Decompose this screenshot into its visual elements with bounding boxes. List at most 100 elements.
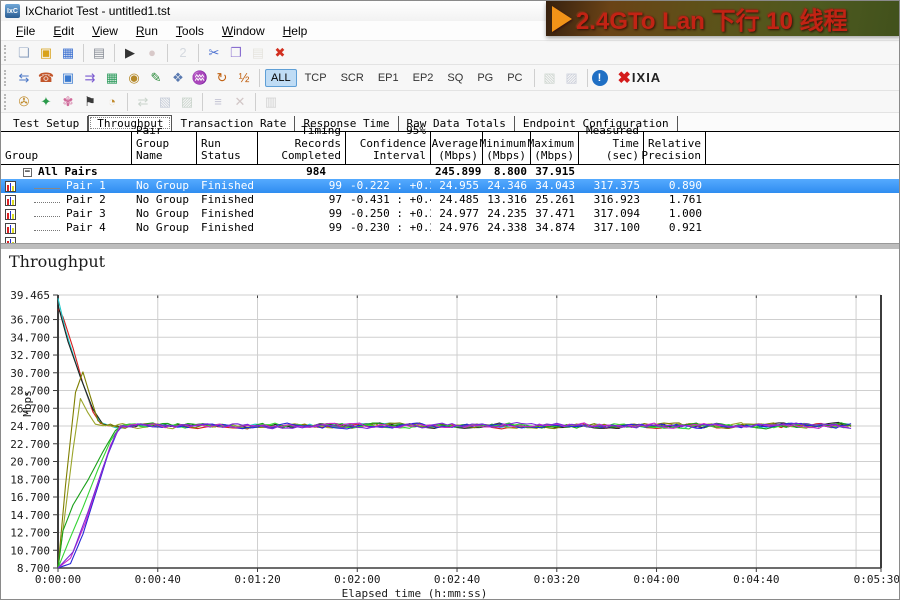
- gauge-tool-icon[interactable]: ◔: [101, 92, 123, 112]
- column-header[interactable]: Timing Records Completed: [258, 132, 346, 164]
- toolbar-grip[interactable]: [4, 70, 9, 86]
- toolbar-grip[interactable]: [4, 45, 9, 61]
- add-voip-pair-icon[interactable]: ☎: [35, 68, 57, 88]
- endpoint-pair-icon[interactable]: ▣: [57, 68, 79, 88]
- table-cell: 24.977: [431, 207, 483, 221]
- y-tick-label: 39.465: [10, 289, 50, 302]
- menu-tools[interactable]: Tools: [167, 22, 213, 40]
- toolbar-grip[interactable]: [4, 94, 9, 110]
- unlink-pairs-icon[interactable]: ✕: [229, 92, 251, 112]
- toolbar-separator: [114, 44, 115, 62]
- filter-tcp-button[interactable]: TCP: [299, 69, 333, 87]
- y-tick-label: 32.700: [10, 349, 50, 362]
- info-icon[interactable]: !: [592, 70, 608, 86]
- table-cell: 316.923: [579, 193, 644, 207]
- table-cell: [346, 165, 431, 179]
- table-row-pair-3[interactable]: Pair 3No GroupFinished99-0.250 : +0.2502…: [1, 207, 899, 221]
- filter-sq-button[interactable]: SQ: [441, 69, 469, 87]
- stop-test-icon[interactable]: ●: [141, 43, 163, 63]
- filter-all-button[interactable]: ALL: [265, 69, 297, 87]
- column-header[interactable]: Maximum (Mbps): [531, 132, 579, 164]
- app-icon: IxC: [5, 4, 20, 18]
- table-cell: 317.375: [579, 179, 644, 193]
- y-tick-label: 16.700: [10, 491, 50, 504]
- compare-runs-icon[interactable]: ⇄: [132, 92, 154, 112]
- y-tick-label: 12.700: [10, 527, 50, 540]
- column-header[interactable]: Pair Group Name: [132, 132, 197, 164]
- column-header[interactable]: Measured Time (sec): [579, 132, 644, 164]
- table-row-partial[interactable]: [1, 235, 899, 243]
- new-test-icon[interactable]: ❏: [13, 43, 35, 63]
- merge-runs-icon[interactable]: ▨: [176, 92, 198, 112]
- camera-pair-icon[interactable]: ◉: [123, 68, 145, 88]
- column-header[interactable]: Run Status: [197, 132, 258, 164]
- filter-ep1-button[interactable]: EP1: [372, 69, 405, 87]
- delete-icon[interactable]: ✖: [269, 43, 291, 63]
- link-pairs-icon[interactable]: ≡: [207, 92, 229, 112]
- table-cell: 1.761: [644, 193, 706, 207]
- column-header[interactable]: Average (Mbps): [431, 132, 483, 164]
- video-pair-icon[interactable]: ▦: [101, 68, 123, 88]
- column-header[interactable]: Relative Precision: [644, 132, 706, 164]
- table-cell: Finished: [197, 193, 258, 207]
- table-row-pair-4[interactable]: Pair 4No GroupFinished99-0.230 : +0.2302…: [1, 221, 899, 235]
- table-cell: 24.955: [431, 179, 483, 193]
- menu-run[interactable]: Run: [127, 22, 167, 40]
- copy-icon[interactable]: ❐: [225, 43, 247, 63]
- menu-view[interactable]: View: [83, 22, 127, 40]
- tab-test-setup[interactable]: Test Setup: [5, 116, 88, 131]
- throughput-line-pair-1: [58, 309, 851, 429]
- y-tick-label: 34.700: [10, 331, 50, 344]
- table-cell: 0.921: [644, 221, 706, 235]
- run-test-icon[interactable]: ▶: [119, 43, 141, 63]
- extra-tool-icon[interactable]: ▥: [260, 92, 282, 112]
- paste-icon[interactable]: ▤: [247, 43, 269, 63]
- runner-tool-icon[interactable]: ✾: [57, 92, 79, 112]
- menu-help[interactable]: Help: [274, 22, 317, 40]
- table-row-all-pairs[interactable]: −All Pairs984245.8998.80037.915: [1, 165, 899, 179]
- filter-ep2-button[interactable]: EP2: [407, 69, 440, 87]
- toolbar-separator: [198, 44, 199, 62]
- clipboard-tool-icon[interactable]: ✇: [13, 92, 35, 112]
- edit-script-icon[interactable]: ✎: [145, 68, 167, 88]
- table-row-pair-1[interactable]: Pair 1No GroupFinished99-0.222 : +0.2222…: [1, 179, 899, 193]
- save-test-icon[interactable]: ▦: [57, 43, 79, 63]
- multicast-group-icon[interactable]: ⇉: [79, 68, 101, 88]
- table-cell: 37.915: [531, 165, 579, 179]
- column-header[interactable]: 95% Confidence Interval: [346, 132, 431, 164]
- table-cell: No Group: [132, 207, 197, 221]
- open-test-icon[interactable]: ▣: [35, 43, 57, 63]
- table-cell: 24.338: [483, 221, 531, 235]
- table-cell: 24.346: [483, 179, 531, 193]
- collapse-icon[interactable]: −: [23, 168, 32, 177]
- export-results-icon[interactable]: ▨: [561, 68, 583, 88]
- app-groups-icon[interactable]: ❖: [167, 68, 189, 88]
- finish-flag-icon[interactable]: ⚑: [79, 92, 101, 112]
- menu-edit[interactable]: Edit: [44, 22, 83, 40]
- menu-window[interactable]: Window: [213, 22, 274, 40]
- y-tick-label: 18.700: [10, 473, 50, 486]
- tree-connector: [34, 225, 60, 231]
- filter-pc-button[interactable]: PC: [501, 69, 528, 87]
- verify-runs-icon[interactable]: ▧: [154, 92, 176, 112]
- rerun-test-icon[interactable]: 2: [172, 43, 194, 63]
- cut-icon[interactable]: ✂: [203, 43, 225, 63]
- expand-results-icon[interactable]: ▧: [539, 68, 561, 88]
- column-header[interactable]: Minimum (Mbps): [483, 132, 531, 164]
- table-row-pair-2[interactable]: Pair 2No GroupFinished97-0.431 : +0.4312…: [1, 193, 899, 207]
- table-cell: -0.250 : +0.250: [346, 207, 431, 221]
- pair-chart-icon: [5, 237, 16, 244]
- filter-scr-button[interactable]: SCR: [335, 69, 370, 87]
- banner-text: 2.4GTo Lan 下行 10 线程: [576, 1, 848, 36]
- column-header[interactable]: Group: [1, 132, 132, 164]
- order-pairs-icon[interactable]: ½: [233, 68, 255, 88]
- x-tick-label: 0:04:40: [733, 573, 779, 586]
- traffic-profile-icon[interactable]: ♒: [189, 68, 211, 88]
- refresh-pairs-icon[interactable]: ↻: [211, 68, 233, 88]
- add-pair-icon[interactable]: ⇆: [13, 68, 35, 88]
- design-wand-icon[interactable]: ✦: [35, 92, 57, 112]
- x-tick-label: 0:02:00: [334, 573, 380, 586]
- menu-file[interactable]: File: [7, 22, 44, 40]
- filter-pg-button[interactable]: PG: [471, 69, 499, 87]
- print-icon[interactable]: ▤: [88, 43, 110, 63]
